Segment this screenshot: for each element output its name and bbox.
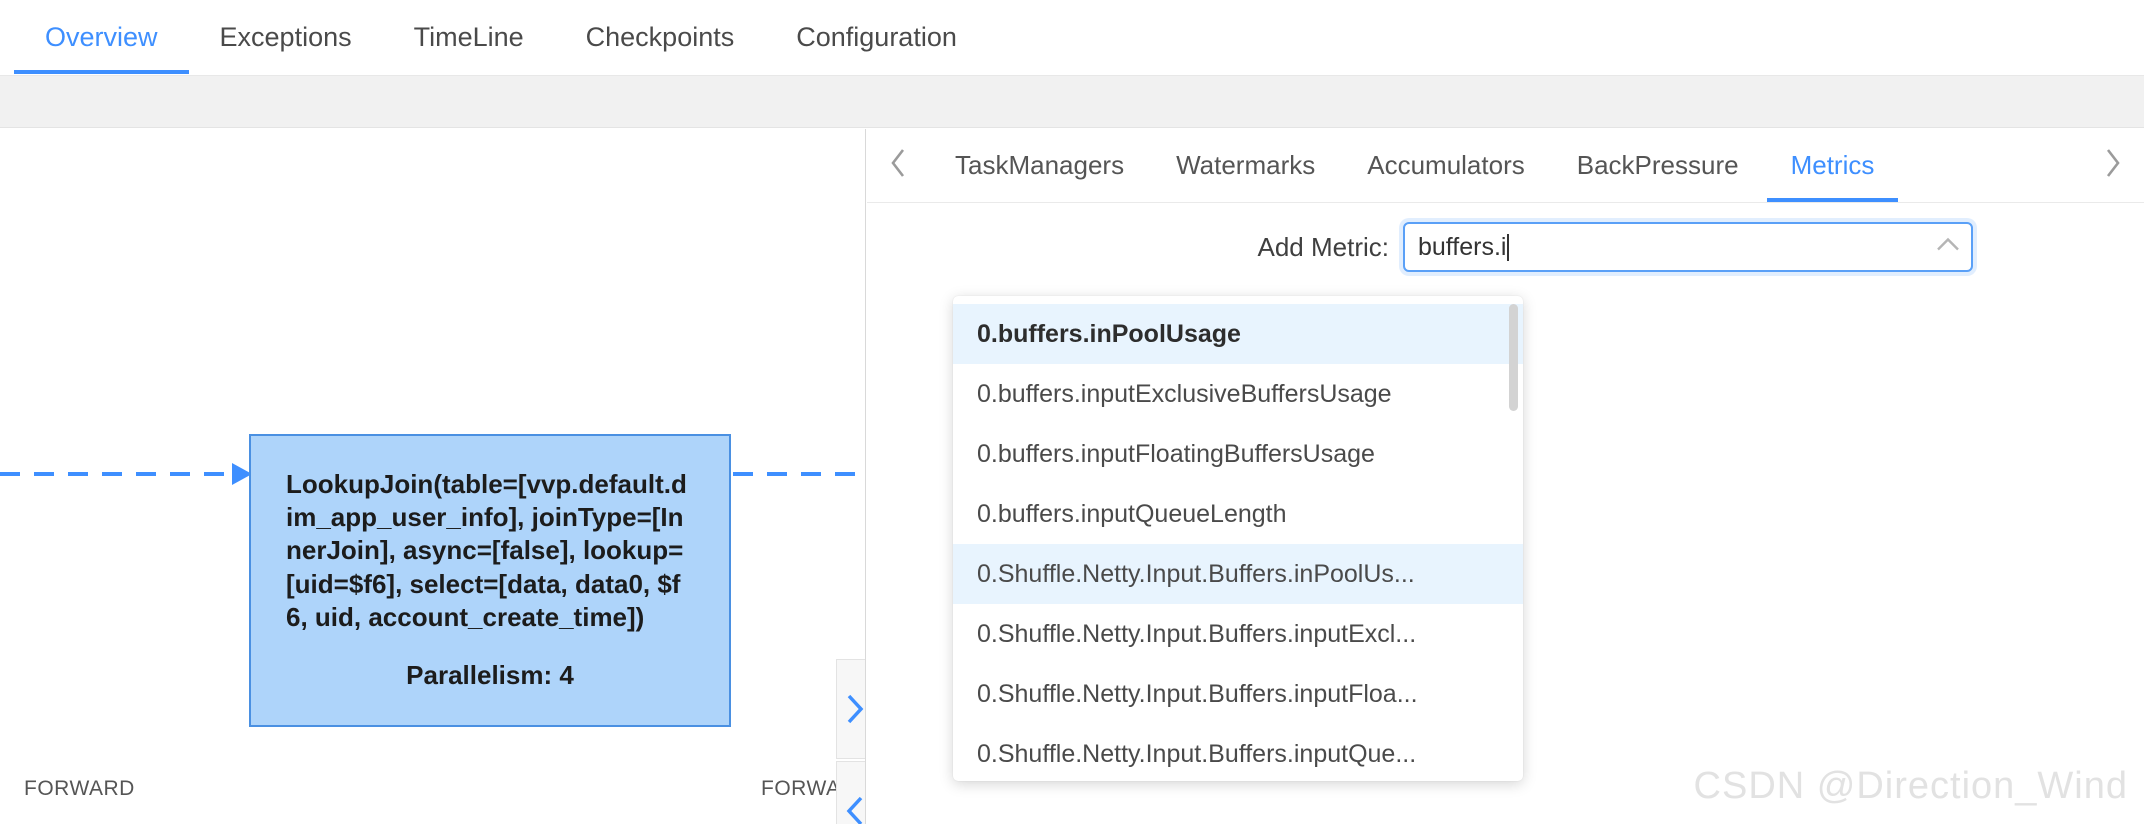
list-item-label: 0.Shuffle.Netty.Input.Buffers.inputFloa.… xyxy=(977,679,1418,708)
list-item-label: 0.Shuffle.Netty.Input.Buffers.inputQue..… xyxy=(977,739,1417,768)
list-item[interactable]: 0.Shuffle.Netty.Input.Buffers.inputQue..… xyxy=(953,724,1523,781)
tab-configuration[interactable]: Configuration xyxy=(765,0,988,74)
list-item[interactable]: 0.Shuffle.Netty.Input.Buffers.inputFloa.… xyxy=(953,664,1523,724)
tab-metrics-label: Metrics xyxy=(1790,150,1875,180)
list-item[interactable]: 0.Shuffle.Netty.Input.Buffers.inPoolUs..… xyxy=(953,544,1523,604)
list-item-label: 0.buffers.inputFloatingBuffersUsage xyxy=(977,439,1375,468)
add-metric-input-box[interactable]: buffers.i xyxy=(1403,222,1973,272)
list-item-label: 0.buffers.inputQueueLength xyxy=(977,499,1287,528)
list-item-label: 0.buffers.inPoolUsage xyxy=(977,319,1241,348)
tab-taskmanagers[interactable]: TaskManagers xyxy=(929,130,1150,202)
tabbar-scroll-left-button[interactable] xyxy=(867,130,929,202)
graph-node-description: LookupJoin(table=[vvp.default.dim_app_us… xyxy=(286,468,687,632)
tab-backpressure-label: BackPressure xyxy=(1576,150,1739,180)
add-metric-input[interactable]: buffers.i xyxy=(1418,233,1506,262)
tab-exceptions-label: Exceptions xyxy=(219,21,352,52)
chevron-left-icon xyxy=(844,793,865,824)
edge-label-forward-in: FORWARD xyxy=(24,777,135,800)
tab-checkpoints[interactable]: Checkpoints xyxy=(555,0,766,74)
metric-options-dropdown[interactable]: 0.buffers.inPoolUsage 0.buffers.inputExc… xyxy=(953,296,1523,781)
tab-backpressure[interactable]: BackPressure xyxy=(1551,130,1765,202)
chevron-left-icon xyxy=(888,146,908,185)
panel-expand-right-handle[interactable] xyxy=(836,659,865,759)
tab-watermarks-label: Watermarks xyxy=(1176,150,1316,180)
add-metric-select[interactable]: buffers.i xyxy=(1403,222,1973,272)
metric-options-list: 0.buffers.inPoolUsage 0.buffers.inputExc… xyxy=(953,304,1523,781)
tab-checkpoints-label: Checkpoints xyxy=(585,21,735,52)
section-separator-band xyxy=(0,76,2144,128)
dropdown-scrollbar-thumb[interactable] xyxy=(1509,304,1518,411)
text-caret xyxy=(1507,233,1510,261)
graph-node-parallelism: Parallelism: 4 xyxy=(406,660,574,691)
add-metric-label: Add Metric: xyxy=(1257,231,1390,262)
graph-node-lookupjoin[interactable]: LookupJoin(table=[vvp.default.dim_app_us… xyxy=(249,434,731,727)
list-item[interactable]: 0.buffers.inPoolUsage xyxy=(953,304,1523,364)
tab-timeline[interactable]: TimeLine xyxy=(383,0,555,74)
tab-configuration-label: Configuration xyxy=(796,21,957,52)
tab-exceptions[interactable]: Exceptions xyxy=(189,0,383,74)
chevron-right-icon xyxy=(844,691,865,727)
node-detail-panel: TaskManagers Watermarks Accumulators Bac… xyxy=(867,129,2144,824)
app-root: Overview Exceptions TimeLine Checkpoints… xyxy=(0,0,2144,824)
dropdown-scrollbar[interactable] xyxy=(1509,304,1518,773)
list-item-label: 0.buffers.inputExclusiveBuffersUsage xyxy=(977,379,1392,408)
job-detail-tabbar: Overview Exceptions TimeLine Checkpoints… xyxy=(0,0,2144,76)
tab-accumulators-label: Accumulators xyxy=(1367,150,1525,180)
job-graph-panel[interactable]: LookupJoin(table=[vvp.default.dim_app_us… xyxy=(0,129,866,824)
list-item[interactable]: 0.buffers.inputQueueLength xyxy=(953,484,1523,544)
tabbar-scroll-right-button[interactable] xyxy=(2082,130,2144,202)
list-item[interactable]: 0.buffers.inputFloatingBuffersUsage xyxy=(953,424,1523,484)
list-item[interactable]: 0.Shuffle.Netty.Input.Buffers.inputExcl.… xyxy=(953,604,1523,664)
tab-overview[interactable]: Overview xyxy=(14,0,189,74)
add-metric-row: Add Metric: buffers.i xyxy=(867,203,2144,291)
tab-accumulators[interactable]: Accumulators xyxy=(1341,130,1551,202)
tab-metrics[interactable]: Metrics xyxy=(1765,130,1901,202)
tab-timeline-label: TimeLine xyxy=(413,21,524,52)
chevron-right-icon xyxy=(2103,146,2123,185)
tab-taskmanagers-label: TaskManagers xyxy=(955,150,1125,180)
node-detail-tabs: TaskManagers Watermarks Accumulators Bac… xyxy=(929,130,2082,202)
tab-overview-label: Overview xyxy=(45,21,158,52)
list-item[interactable]: 0.buffers.inputExclusiveBuffersUsage xyxy=(953,364,1523,424)
list-item-label: 0.Shuffle.Netty.Input.Buffers.inputExcl.… xyxy=(977,619,1417,648)
list-item-label: 0.Shuffle.Netty.Input.Buffers.inPoolUs..… xyxy=(977,559,1415,588)
tab-watermarks[interactable]: Watermarks xyxy=(1150,130,1341,202)
panel-collapse-left-handle[interactable] xyxy=(836,761,865,824)
node-detail-tabbar: TaskManagers Watermarks Accumulators Bac… xyxy=(867,129,2144,203)
